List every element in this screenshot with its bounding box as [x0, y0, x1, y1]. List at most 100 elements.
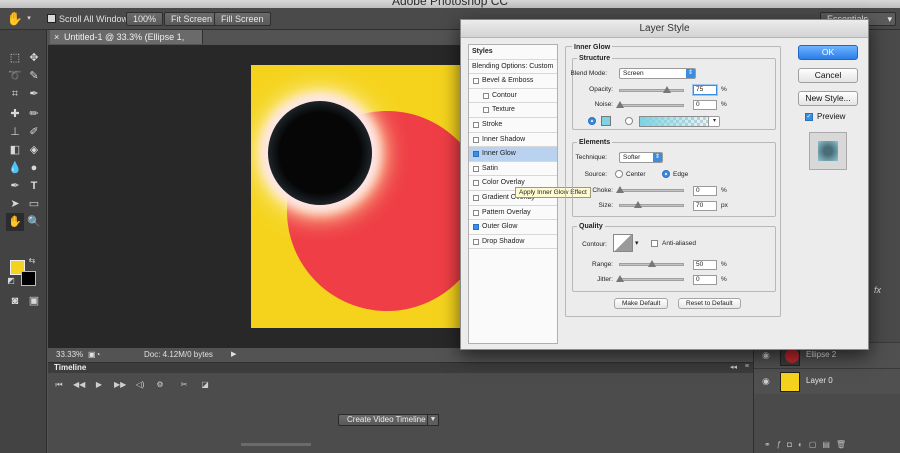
- effect-item[interactable]: Inner Glow: [469, 147, 557, 162]
- dodge-tool-icon[interactable]: ●: [25, 159, 43, 177]
- effect-checkbox[interactable]: [483, 92, 489, 99]
- anti-aliased-checkbox[interactable]: [651, 240, 658, 247]
- effect-checkbox[interactable]: [473, 238, 479, 245]
- layer-panel-footer-icons[interactable]: ⚭ƒ◘◐▢▤🗑: [764, 440, 852, 449]
- first-frame-icon[interactable]: ⏮: [54, 380, 64, 390]
- brush-tool-icon[interactable]: ✏: [25, 105, 43, 123]
- move-tool-icon[interactable]: ✥: [25, 49, 43, 67]
- slider-knob[interactable]: [616, 101, 624, 108]
- effect-checkbox[interactable]: [473, 195, 479, 201]
- fit-screen-button[interactable]: Fit Screen: [164, 12, 220, 26]
- make-default-button[interactable]: Make Default: [614, 298, 669, 309]
- clone-stamp-tool-icon[interactable]: ⊥: [6, 123, 24, 141]
- effect-item[interactable]: Stroke: [469, 118, 557, 133]
- source-edge-radio[interactable]: [662, 170, 670, 178]
- fill-screen-button[interactable]: Fill Screen: [214, 12, 271, 26]
- eraser-tool-icon[interactable]: ◧: [6, 141, 24, 159]
- effect-checkbox[interactable]: [483, 107, 489, 114]
- effect-item[interactable]: Satin: [469, 162, 557, 177]
- crop-tool-icon[interactable]: ⌗: [6, 85, 24, 103]
- effect-checkbox[interactable]: [473, 165, 479, 172]
- effect-checkbox[interactable]: [473, 122, 479, 128]
- effect-item[interactable]: Drop Shadow: [469, 235, 557, 250]
- close-icon[interactable]: ×: [54, 30, 59, 44]
- hand-tool-icon[interactable]: ✋: [6, 10, 24, 28]
- next-frame-icon[interactable]: ▶▶: [114, 380, 126, 390]
- effect-checkbox[interactable]: [473, 180, 479, 187]
- preview-checkbox[interactable]: ✓: [805, 113, 813, 121]
- effect-checkbox[interactable]: [473, 209, 479, 216]
- glow-gradient-picker[interactable]: [639, 116, 709, 127]
- settings-gear-icon[interactable]: ⚙: [155, 380, 165, 390]
- noise-input[interactable]: 0: [693, 100, 717, 110]
- collapse-icon[interactable]: ◂◂: [730, 363, 737, 371]
- source-center-radio[interactable]: [615, 170, 623, 178]
- cancel-button[interactable]: Cancel: [798, 68, 858, 83]
- blur-tool-icon[interactable]: 💧: [6, 159, 24, 177]
- transition-icon[interactable]: ◪: [200, 380, 210, 390]
- technique-select[interactable]: Softer ⇕: [619, 152, 663, 163]
- ellipse-1-shape[interactable]: [268, 101, 372, 205]
- blend-mode-select[interactable]: Screen ⇕: [619, 68, 696, 79]
- slider-knob[interactable]: [663, 86, 672, 93]
- jitter-input[interactable]: 0: [693, 275, 717, 285]
- layer-name[interactable]: Layer 0: [806, 376, 833, 385]
- choke-slider[interactable]: [616, 186, 684, 193]
- size-input[interactable]: 70: [693, 201, 717, 211]
- play-icon[interactable]: ▶: [94, 380, 104, 390]
- type-tool-icon[interactable]: T: [25, 177, 43, 195]
- paint-bucket-tool-icon[interactable]: ◈: [25, 141, 43, 159]
- reset-to-default-button[interactable]: Reset to Default: [678, 298, 741, 309]
- zoom-tool-icon[interactable]: 🔍: [25, 213, 43, 231]
- effect-checkbox[interactable]: [473, 78, 479, 85]
- blending-options-item[interactable]: Blending Options: Custom: [469, 60, 557, 75]
- effect-item[interactable]: Contour: [469, 89, 557, 104]
- default-colors-icon[interactable]: ◩: [6, 276, 16, 286]
- range-input[interactable]: 50: [693, 260, 717, 270]
- quick-mask-icon[interactable]: ◙: [6, 292, 24, 310]
- lasso-tool-icon[interactable]: ➰: [6, 67, 24, 85]
- quick-select-tool-icon[interactable]: ✎: [25, 67, 43, 85]
- healing-brush-tool-icon[interactable]: ✚: [6, 105, 24, 123]
- previous-frame-icon[interactable]: ◀◀: [73, 380, 85, 390]
- scroll-all-windows-checkbox[interactable]: [47, 14, 56, 23]
- ok-button[interactable]: OK: [798, 45, 858, 60]
- effect-item[interactable]: Texture: [469, 103, 557, 118]
- pen-tool-icon[interactable]: ✒: [6, 177, 24, 195]
- split-scissors-icon[interactable]: ✂: [179, 380, 189, 390]
- opacity-slider[interactable]: [619, 86, 684, 93]
- effect-item[interactable]: Pattern Overlay: [469, 206, 557, 221]
- range-slider[interactable]: [619, 260, 684, 267]
- hand-tool-icon[interactable]: ✋: [6, 213, 24, 231]
- background-color-swatch[interactable]: [21, 271, 36, 286]
- layer-name[interactable]: Ellipse 2: [806, 350, 836, 359]
- tool-preset-dropdown-icon[interactable]: ▾: [24, 10, 34, 28]
- create-video-timeline-button[interactable]: Create Video Timeline: [338, 414, 435, 426]
- chevron-down-icon[interactable]: ▼: [427, 414, 439, 426]
- styles-header[interactable]: Styles: [469, 45, 557, 60]
- effect-checkbox[interactable]: [473, 224, 479, 231]
- document-tab[interactable]: × Untitled-1 @ 33.3% (Ellipse 1, RGB/8) …: [50, 30, 203, 56]
- effect-item[interactable]: Outer Glow: [469, 220, 557, 235]
- zoom-level[interactable]: 33.33%: [56, 348, 83, 362]
- status-menu-arrow-icon[interactable]: ▶: [231, 348, 236, 362]
- status-icon[interactable]: ▣◔: [88, 348, 100, 362]
- slider-knob[interactable]: [616, 275, 624, 282]
- path-select-tool-icon[interactable]: ➤: [6, 195, 24, 213]
- history-brush-tool-icon[interactable]: ✐: [25, 123, 43, 141]
- size-slider[interactable]: [619, 201, 684, 208]
- effect-checkbox[interactable]: [473, 151, 479, 158]
- contour-picker[interactable]: [613, 234, 633, 252]
- slider-knob[interactable]: [633, 201, 642, 208]
- timeline-zoom-slider[interactable]: [241, 443, 311, 446]
- rectangle-tool-icon[interactable]: ▭: [25, 195, 43, 213]
- marquee-tool-icon[interactable]: ⬚: [6, 49, 24, 67]
- gradient-radio[interactable]: [625, 117, 633, 125]
- effect-checkbox[interactable]: [473, 136, 479, 143]
- choke-input[interactable]: 0: [693, 186, 717, 196]
- glow-color-swatch[interactable]: [601, 116, 611, 126]
- effect-item[interactable]: Inner Shadow: [469, 133, 557, 148]
- solid-color-radio[interactable]: [588, 117, 596, 125]
- slider-knob[interactable]: [616, 186, 624, 193]
- new-style-button[interactable]: New Style...: [798, 91, 858, 106]
